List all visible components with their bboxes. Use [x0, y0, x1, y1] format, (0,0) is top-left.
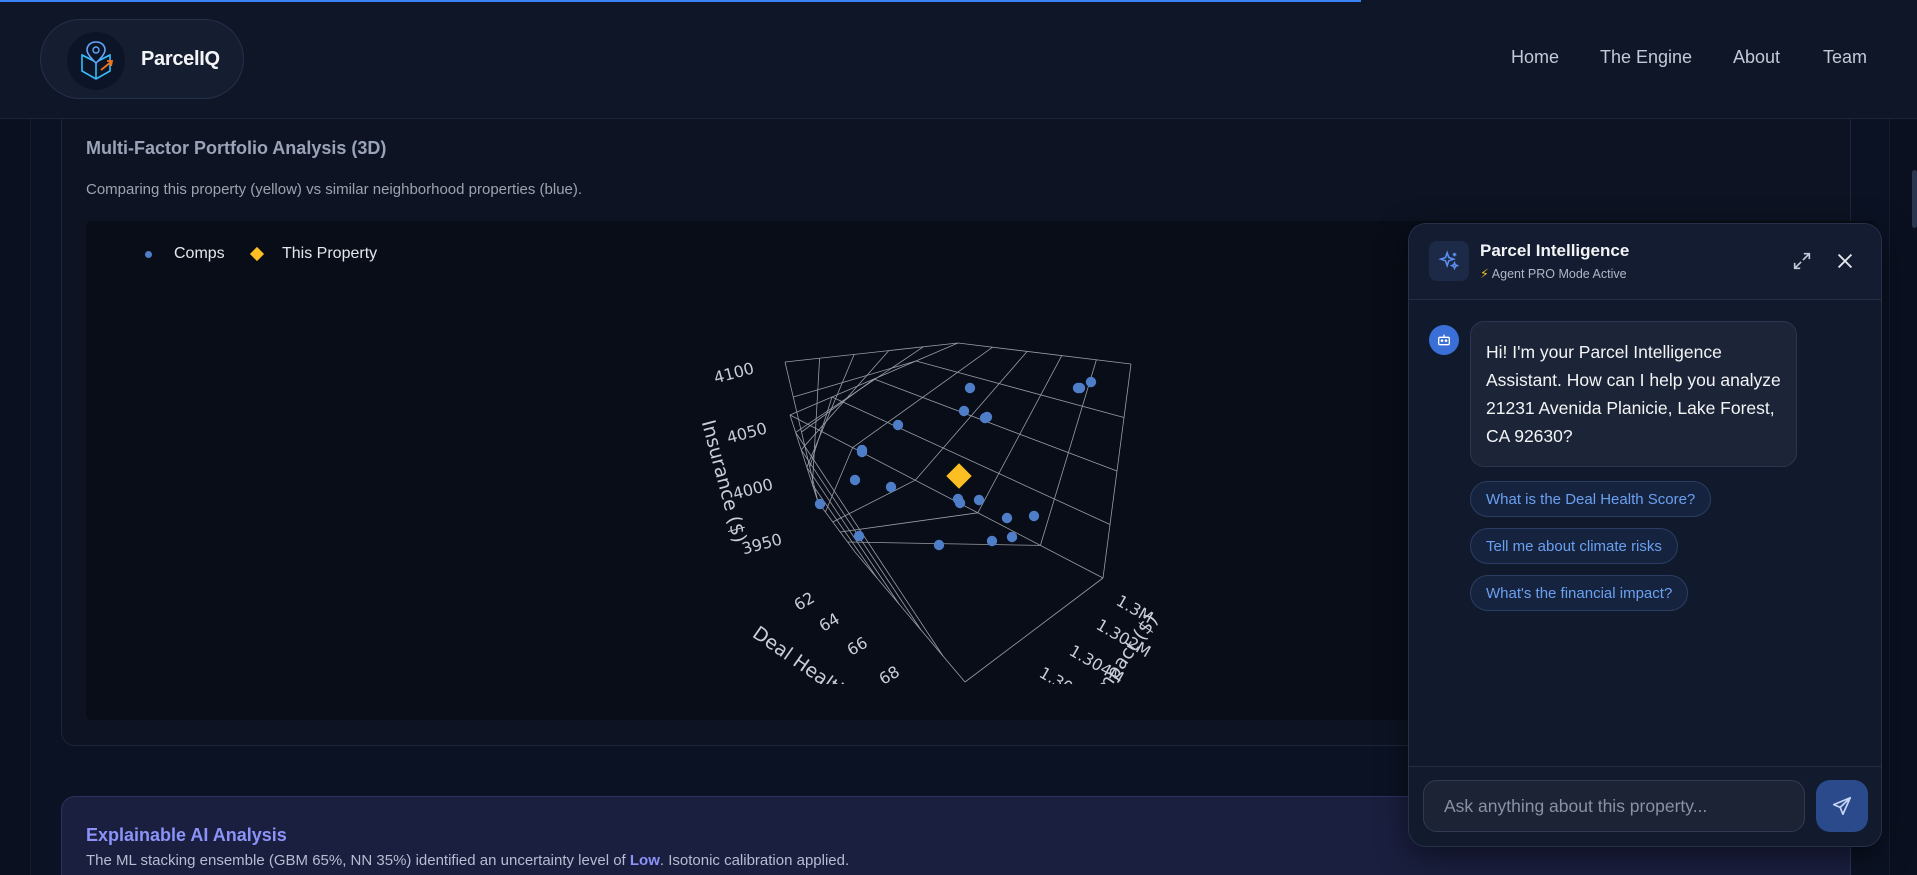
chat-status: ⚡ Agent PRO Mode Active: [1480, 266, 1627, 281]
comp-point[interactable]: [814, 498, 826, 510]
comp-point[interactable]: [849, 474, 861, 486]
comp-point[interactable]: [933, 539, 945, 551]
expand-icon[interactable]: [1791, 250, 1813, 272]
suggestion-deal-health-score[interactable]: What is the Deal Health Score?: [1470, 481, 1712, 517]
grid-edge: [789, 414, 1104, 579]
site-header: ParcelIQ Home The Engine About Team: [0, 0, 1917, 119]
grid-line: [832, 479, 916, 523]
chat-widget: Parcel Intelligence ⚡ Agent PRO Mode Acti…: [1408, 223, 1882, 847]
logo-icon: [67, 32, 125, 90]
grid-line: [793, 360, 917, 398]
sparkle-icon: [1429, 241, 1469, 281]
page-progress-bar: [0, 0, 1362, 2]
brand-logo-button[interactable]: ParcelIQ: [40, 19, 244, 99]
grid-edge: [817, 501, 856, 553]
suggestion-financial-impact[interactable]: What's the financial impact?: [1470, 575, 1689, 611]
x-tick-label: 66: [844, 633, 871, 660]
comp-point[interactable]: [979, 412, 991, 424]
grid-line: [840, 512, 978, 533]
robot-icon: [1429, 325, 1459, 355]
grid-line: [825, 447, 853, 513]
xai-text: The ML stacking ensemble (GBM 65%, NN 35…: [86, 852, 849, 869]
xai-text-before: The ML stacking ensemble (GBM 65%, NN 35…: [86, 852, 630, 869]
bolt-icon: ⚡: [1480, 267, 1489, 281]
suggestion-climate-risks[interactable]: Tell me about climate risks: [1470, 528, 1678, 564]
nav-about[interactable]: About: [1733, 47, 1780, 68]
comp-point[interactable]: [964, 382, 976, 394]
comp-point[interactable]: [958, 405, 970, 417]
grid-line: [915, 360, 1125, 418]
comp-point[interactable]: [1085, 376, 1097, 388]
grid-line: [806, 466, 900, 605]
comp-point[interactable]: [885, 481, 897, 493]
nav-team[interactable]: Team: [1823, 47, 1867, 68]
comp-point[interactable]: [1028, 510, 1040, 522]
grid-edge: [784, 342, 959, 363]
grid-edge: [854, 551, 966, 683]
comp-point[interactable]: [1006, 531, 1018, 543]
comp-point[interactable]: [954, 497, 966, 509]
chat-title: Parcel Intelligence: [1480, 241, 1630, 260]
grid-line: [809, 396, 833, 468]
comp-point[interactable]: [1072, 382, 1084, 394]
nav-home[interactable]: Home: [1511, 47, 1559, 68]
xai-uncertainty-level: Low: [629, 852, 660, 869]
chat-header: Parcel Intelligence ⚡ Agent PRO Mode Acti…: [1409, 224, 1881, 300]
comp-point[interactable]: [853, 530, 865, 542]
comp-point[interactable]: [892, 419, 904, 431]
assistant-greeting-message: Hi! I'm your Parcel Intelligence Assista…: [1470, 321, 1797, 467]
x-axis-title: Deal Health: [748, 622, 852, 704]
close-icon[interactable]: [1834, 250, 1856, 272]
comp-point[interactable]: [856, 446, 868, 458]
comp-point[interactable]: [1001, 512, 1013, 524]
chart-axis-labels: 3950400040504100Insurance ($)62646668Dea…: [697, 359, 1163, 704]
xai-text-after: . Isotonic calibration applied.: [659, 852, 850, 869]
x-tick-label: 64: [816, 609, 843, 636]
brand-name: ParcelIQ: [141, 48, 220, 70]
chat-footer: [1409, 766, 1881, 846]
x-tick-label: 68: [876, 662, 903, 689]
nav-the-engine[interactable]: The Engine: [1600, 47, 1692, 68]
z-tick-label: 4050: [725, 419, 769, 448]
chart-grid: [784, 342, 1132, 683]
comp-point[interactable]: [973, 494, 985, 506]
this-property-point[interactable]: [946, 463, 972, 489]
comp-point[interactable]: [986, 535, 998, 547]
xai-title: Explainable AI Analysis: [86, 825, 287, 845]
chart-points[interactable]: [814, 376, 1097, 551]
chat-status-text: Agent PRO Mode Active: [1491, 267, 1627, 281]
z-tick-label: 4100: [712, 359, 756, 388]
x-tick-label: 62: [791, 588, 818, 615]
